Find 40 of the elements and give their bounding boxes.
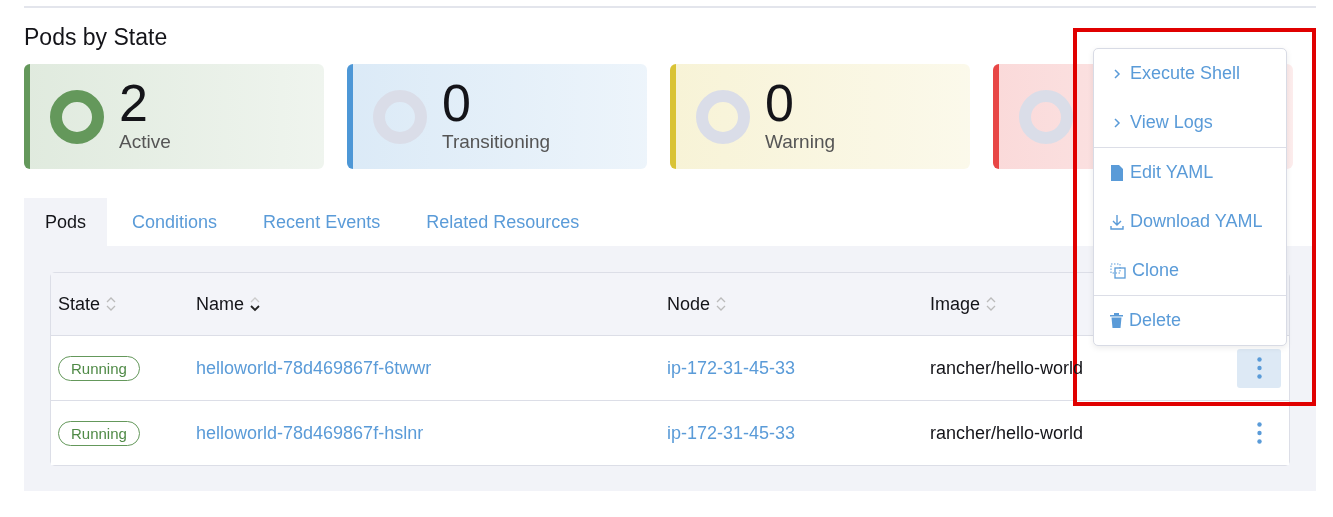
kebab-icon [1256, 357, 1262, 379]
trash-icon [1110, 313, 1123, 328]
sort-icon[interactable] [986, 296, 997, 312]
menu-item[interactable]: Delete [1094, 296, 1286, 345]
clone-icon [1110, 262, 1126, 279]
sort-descending-icon[interactable] [250, 296, 260, 312]
ring-icon [50, 89, 104, 144]
column-header[interactable]: Name [196, 293, 244, 315]
column-header[interactable]: Node [667, 293, 711, 315]
download-icon [1110, 213, 1124, 230]
pod-link[interactable]: helloworld-78d469867f-hslnr [196, 422, 424, 443]
menu-item[interactable]: Edit YAML [1094, 148, 1286, 197]
tab[interactable]: Conditions [111, 198, 239, 246]
menu-item[interactable]: Execute Shell [1094, 49, 1286, 98]
section-title: Pods by State [24, 23, 169, 52]
column-header[interactable]: State [58, 293, 101, 315]
table-cell: rancher/hello-world [930, 422, 1084, 444]
file-icon [1110, 164, 1124, 181]
sort-icon[interactable] [716, 296, 727, 312]
column-header[interactable]: Image [930, 293, 981, 315]
ring-icon [1019, 89, 1073, 144]
menu-item[interactable]: Clone [1094, 246, 1286, 295]
tab[interactable]: Recent Events [242, 198, 402, 246]
tab[interactable]: Pods [24, 198, 108, 246]
state-label: Active [119, 130, 171, 153]
kebab-icon [1256, 422, 1262, 444]
state-count: 0 [442, 76, 472, 129]
state-label: Transitioning [442, 130, 551, 153]
state-count: 2 [119, 76, 149, 129]
sort-icon[interactable] [106, 296, 117, 312]
node-link[interactable]: ip-172-31-45-33 [667, 357, 796, 378]
menu-item[interactable]: View Logs [1094, 98, 1286, 147]
menu-item[interactable]: Download YAML [1094, 197, 1286, 246]
actions-button[interactable] [1237, 348, 1281, 388]
tab[interactable]: Related Resources [405, 198, 601, 246]
pod-link[interactable]: helloworld-78d469867f-6twwr [196, 357, 432, 378]
ring-icon [696, 89, 750, 144]
state-label: Warning [765, 130, 836, 153]
node-link[interactable]: ip-172-31-45-33 [667, 422, 796, 443]
state-count: 0 [765, 76, 795, 129]
